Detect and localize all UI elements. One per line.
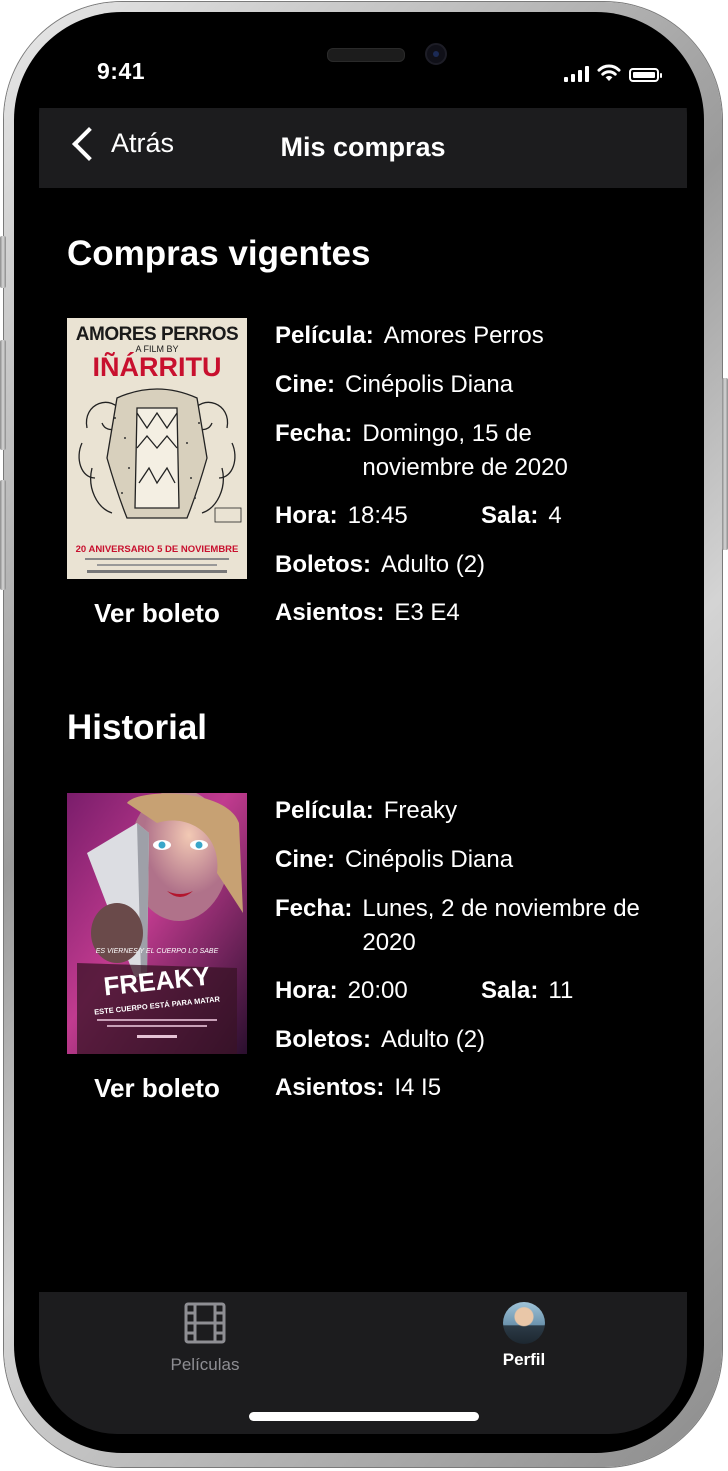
label-boletos: Boletos: xyxy=(275,551,371,578)
status-icons xyxy=(564,64,662,82)
detail-boletos-current: Boletos: Adulto (2) xyxy=(275,548,665,582)
detail-pelicula-current: Película: Amores Perros xyxy=(275,319,665,353)
value-sala: 11 xyxy=(548,977,574,1004)
speaker-grille xyxy=(327,48,405,62)
value-cine: Cinépolis Diana xyxy=(345,371,514,398)
poster-title-text: AMORES PERROS xyxy=(76,324,238,345)
detail-cine-current: Cine: Cinépolis Diana xyxy=(275,368,665,402)
value-cine: Cinépolis Diana xyxy=(345,846,514,873)
page-title: Mis compras xyxy=(280,132,446,162)
label-fecha: Fecha: xyxy=(275,895,353,922)
label-cine: Cine: xyxy=(275,846,335,873)
poster-footer-text: 20 ANIVERSARIO 5 DE NOVIEMBRE xyxy=(76,544,239,555)
value-sala: 4 xyxy=(548,502,562,529)
side-button-power xyxy=(722,378,728,550)
label-asientos: Asientos: xyxy=(275,599,385,626)
label-hora: Hora: xyxy=(275,502,338,529)
label-pelicula: Película: xyxy=(275,322,374,349)
ver-boleto-button-current[interactable]: Ver boleto xyxy=(67,598,247,629)
tab-peliculas-label: Películas xyxy=(170,1355,240,1374)
detail-hora-current: Hora: 18:45 xyxy=(275,499,465,533)
section-title-current: Compras vigentes xyxy=(67,234,371,273)
detail-cine-history: Cine: Cinépolis Diana xyxy=(275,843,665,877)
value-pelicula: Freaky xyxy=(383,797,458,824)
poster-tagline-text: ES VIERNES Y EL CUERPO LO SABE xyxy=(96,948,219,955)
value-fecha: Domingo, 15 de noviembre de 2020 xyxy=(362,420,568,481)
side-button-volume-down xyxy=(0,480,6,590)
value-hora: 18:45 xyxy=(347,502,408,529)
label-cine: Cine: xyxy=(275,371,335,398)
detail-asientos-history: Asientos: I4 I5 xyxy=(275,1071,665,1105)
detail-boletos-history: Boletos: Adulto (2) xyxy=(275,1023,665,1057)
tab-perfil-label: Perfil xyxy=(502,1350,546,1369)
avatar xyxy=(503,1302,545,1344)
label-pelicula: Película: xyxy=(275,797,374,824)
side-button-volume-up xyxy=(0,340,6,450)
navigation-bar: Atrás Mis compras xyxy=(39,108,687,188)
detail-asientos-current: Asientos: E3 E4 xyxy=(275,596,665,630)
detail-sala-current: Sala: 4 xyxy=(481,499,562,533)
value-hora: 20:00 xyxy=(347,977,408,1004)
screen: 9:41 Atrás Mis compras Compras vigentes … xyxy=(39,36,687,1434)
side-button-silent xyxy=(0,236,6,288)
tab-perfil[interactable]: Perfil xyxy=(449,1302,599,1370)
value-boletos: Adulto (2) xyxy=(381,1026,486,1053)
label-hora: Hora: xyxy=(275,977,338,1004)
film-icon xyxy=(184,1302,226,1344)
value-pelicula: Amores Perros xyxy=(383,322,544,349)
cellular-signal-icon xyxy=(564,66,589,82)
front-camera xyxy=(425,43,447,65)
detail-pelicula-history: Película: Freaky xyxy=(275,794,665,828)
value-asientos: E3 E4 xyxy=(394,599,460,626)
home-indicator[interactable] xyxy=(249,1412,479,1421)
wifi-icon xyxy=(597,64,621,81)
detail-fecha-history: Fecha: Lunes, 2 de noviembre de 2020 xyxy=(275,892,665,960)
notch xyxy=(190,36,536,88)
label-sala: Sala: xyxy=(481,502,539,529)
detail-sala-history: Sala: 11 xyxy=(481,974,573,1008)
status-time: 9:41 xyxy=(97,58,146,84)
detail-fecha-current: Fecha: Domingo, 15 de noviembre de 2020 xyxy=(275,417,615,485)
label-sala: Sala: xyxy=(481,977,539,1004)
poster-amores-perros[interactable]: AMORES PERROS A FILM BY IÑÁRRITU 20 ANIV… xyxy=(67,318,247,579)
label-fecha: Fecha: xyxy=(275,420,353,447)
value-fecha: Lunes, 2 de noviembre de 2020 xyxy=(362,895,640,956)
poster-director-text: IÑÁRRITU xyxy=(93,351,222,382)
poster-freaky[interactable]: ES VIERNES Y EL CUERPO LO SABE FREAKY ES… xyxy=(67,793,247,1054)
label-boletos: Boletos: xyxy=(275,1026,371,1053)
value-asientos: I4 I5 xyxy=(394,1074,442,1101)
value-boletos: Adulto (2) xyxy=(381,551,486,578)
label-asientos: Asientos: xyxy=(275,1074,385,1101)
tab-peliculas[interactable]: Películas xyxy=(130,1302,280,1375)
section-title-history: Historial xyxy=(67,708,208,747)
detail-hora-history: Hora: 20:00 xyxy=(275,974,465,1008)
battery-icon xyxy=(629,68,662,82)
ver-boleto-button-history[interactable]: Ver boleto xyxy=(67,1073,247,1104)
